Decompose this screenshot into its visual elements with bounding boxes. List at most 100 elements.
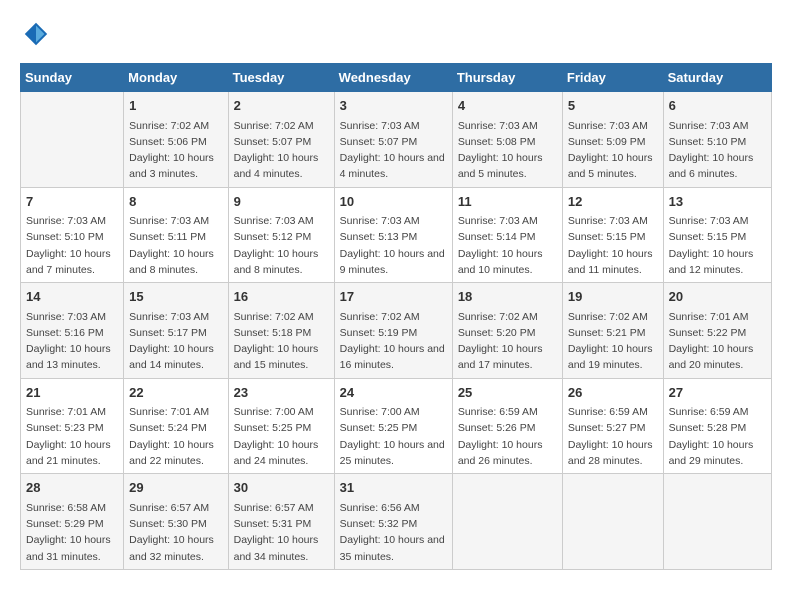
day-number: 6	[669, 96, 766, 116]
cell-content: Sunrise: 7:00 AMSunset: 5:25 PMDaylight:…	[234, 404, 329, 469]
day-number: 2	[234, 96, 329, 116]
day-number: 21	[26, 383, 118, 403]
calendar-cell: 15Sunrise: 7:03 AMSunset: 5:17 PMDayligh…	[124, 283, 228, 379]
cell-content: Sunrise: 7:03 AMSunset: 5:07 PMDaylight:…	[340, 118, 447, 183]
week-row-1: 1Sunrise: 7:02 AMSunset: 5:06 PMDaylight…	[21, 92, 772, 188]
cell-content: Sunrise: 7:00 AMSunset: 5:25 PMDaylight:…	[340, 404, 447, 469]
cell-content: Sunrise: 7:01 AMSunset: 5:22 PMDaylight:…	[669, 309, 766, 374]
calendar-cell: 29Sunrise: 6:57 AMSunset: 5:30 PMDayligh…	[124, 474, 228, 570]
cell-content: Sunrise: 7:03 AMSunset: 5:13 PMDaylight:…	[340, 213, 447, 278]
day-number: 8	[129, 192, 222, 212]
calendar-cell: 27Sunrise: 6:59 AMSunset: 5:28 PMDayligh…	[663, 378, 771, 474]
calendar-cell: 13Sunrise: 7:03 AMSunset: 5:15 PMDayligh…	[663, 187, 771, 283]
week-row-2: 7Sunrise: 7:03 AMSunset: 5:10 PMDaylight…	[21, 187, 772, 283]
week-row-5: 28Sunrise: 6:58 AMSunset: 5:29 PMDayligh…	[21, 474, 772, 570]
cell-content: Sunrise: 6:59 AMSunset: 5:26 PMDaylight:…	[458, 404, 557, 469]
day-number: 18	[458, 287, 557, 307]
day-number: 12	[568, 192, 658, 212]
cell-content: Sunrise: 6:56 AMSunset: 5:32 PMDaylight:…	[340, 500, 447, 565]
cell-content: Sunrise: 7:01 AMSunset: 5:24 PMDaylight:…	[129, 404, 222, 469]
day-number: 23	[234, 383, 329, 403]
calendar-cell	[663, 474, 771, 570]
calendar-cell: 28Sunrise: 6:58 AMSunset: 5:29 PMDayligh…	[21, 474, 124, 570]
day-number: 17	[340, 287, 447, 307]
calendar-cell: 21Sunrise: 7:01 AMSunset: 5:23 PMDayligh…	[21, 378, 124, 474]
calendar-cell: 18Sunrise: 7:02 AMSunset: 5:20 PMDayligh…	[452, 283, 562, 379]
day-number: 22	[129, 383, 222, 403]
day-number: 11	[458, 192, 557, 212]
day-number: 25	[458, 383, 557, 403]
cell-content: Sunrise: 7:02 AMSunset: 5:19 PMDaylight:…	[340, 309, 447, 374]
cell-content: Sunrise: 6:57 AMSunset: 5:31 PMDaylight:…	[234, 500, 329, 565]
day-number: 15	[129, 287, 222, 307]
calendar-cell: 30Sunrise: 6:57 AMSunset: 5:31 PMDayligh…	[228, 474, 334, 570]
cell-content: Sunrise: 7:03 AMSunset: 5:08 PMDaylight:…	[458, 118, 557, 183]
cell-content: Sunrise: 7:03 AMSunset: 5:09 PMDaylight:…	[568, 118, 658, 183]
day-number: 31	[340, 478, 447, 498]
day-number: 14	[26, 287, 118, 307]
header-sunday: Sunday	[21, 64, 124, 92]
cell-content: Sunrise: 7:03 AMSunset: 5:15 PMDaylight:…	[669, 213, 766, 278]
cell-content: Sunrise: 6:59 AMSunset: 5:28 PMDaylight:…	[669, 404, 766, 469]
logo	[20, 20, 50, 53]
calendar-cell: 7Sunrise: 7:03 AMSunset: 5:10 PMDaylight…	[21, 187, 124, 283]
calendar-cell: 9Sunrise: 7:03 AMSunset: 5:12 PMDaylight…	[228, 187, 334, 283]
cell-content: Sunrise: 6:58 AMSunset: 5:29 PMDaylight:…	[26, 500, 118, 565]
day-number: 1	[129, 96, 222, 116]
header-thursday: Thursday	[452, 64, 562, 92]
day-number: 7	[26, 192, 118, 212]
day-number: 9	[234, 192, 329, 212]
day-number: 28	[26, 478, 118, 498]
calendar-cell: 2Sunrise: 7:02 AMSunset: 5:07 PMDaylight…	[228, 92, 334, 188]
calendar-cell: 26Sunrise: 6:59 AMSunset: 5:27 PMDayligh…	[562, 378, 663, 474]
cell-content: Sunrise: 7:02 AMSunset: 5:20 PMDaylight:…	[458, 309, 557, 374]
calendar-cell: 25Sunrise: 6:59 AMSunset: 5:26 PMDayligh…	[452, 378, 562, 474]
cell-content: Sunrise: 7:02 AMSunset: 5:07 PMDaylight:…	[234, 118, 329, 183]
cell-content: Sunrise: 7:03 AMSunset: 5:15 PMDaylight:…	[568, 213, 658, 278]
calendar-cell: 23Sunrise: 7:00 AMSunset: 5:25 PMDayligh…	[228, 378, 334, 474]
day-number: 5	[568, 96, 658, 116]
calendar-cell: 31Sunrise: 6:56 AMSunset: 5:32 PMDayligh…	[334, 474, 452, 570]
cell-content: Sunrise: 7:02 AMSunset: 5:21 PMDaylight:…	[568, 309, 658, 374]
calendar-cell: 6Sunrise: 7:03 AMSunset: 5:10 PMDaylight…	[663, 92, 771, 188]
day-number: 24	[340, 383, 447, 403]
calendar-cell: 20Sunrise: 7:01 AMSunset: 5:22 PMDayligh…	[663, 283, 771, 379]
calendar-cell	[21, 92, 124, 188]
calendar-cell: 10Sunrise: 7:03 AMSunset: 5:13 PMDayligh…	[334, 187, 452, 283]
cell-content: Sunrise: 7:03 AMSunset: 5:11 PMDaylight:…	[129, 213, 222, 278]
page-header	[20, 20, 772, 53]
day-number: 10	[340, 192, 447, 212]
cell-content: Sunrise: 6:59 AMSunset: 5:27 PMDaylight:…	[568, 404, 658, 469]
calendar-cell: 4Sunrise: 7:03 AMSunset: 5:08 PMDaylight…	[452, 92, 562, 188]
day-number: 19	[568, 287, 658, 307]
day-number: 29	[129, 478, 222, 498]
calendar-cell: 17Sunrise: 7:02 AMSunset: 5:19 PMDayligh…	[334, 283, 452, 379]
cell-content: Sunrise: 7:03 AMSunset: 5:10 PMDaylight:…	[26, 213, 118, 278]
calendar-cell: 12Sunrise: 7:03 AMSunset: 5:15 PMDayligh…	[562, 187, 663, 283]
day-number: 4	[458, 96, 557, 116]
cell-content: Sunrise: 7:02 AMSunset: 5:06 PMDaylight:…	[129, 118, 222, 183]
cell-content: Sunrise: 7:02 AMSunset: 5:18 PMDaylight:…	[234, 309, 329, 374]
cell-content: Sunrise: 7:03 AMSunset: 5:10 PMDaylight:…	[669, 118, 766, 183]
logo-icon	[20, 20, 50, 53]
calendar-cell	[562, 474, 663, 570]
calendar-cell: 16Sunrise: 7:02 AMSunset: 5:18 PMDayligh…	[228, 283, 334, 379]
day-number: 20	[669, 287, 766, 307]
cell-content: Sunrise: 7:03 AMSunset: 5:17 PMDaylight:…	[129, 309, 222, 374]
day-number: 30	[234, 478, 329, 498]
calendar-cell: 5Sunrise: 7:03 AMSunset: 5:09 PMDaylight…	[562, 92, 663, 188]
cell-content: Sunrise: 6:57 AMSunset: 5:30 PMDaylight:…	[129, 500, 222, 565]
day-number: 3	[340, 96, 447, 116]
calendar-cell: 14Sunrise: 7:03 AMSunset: 5:16 PMDayligh…	[21, 283, 124, 379]
header-wednesday: Wednesday	[334, 64, 452, 92]
day-number: 13	[669, 192, 766, 212]
cell-content: Sunrise: 7:03 AMSunset: 5:16 PMDaylight:…	[26, 309, 118, 374]
day-number: 26	[568, 383, 658, 403]
header-row: SundayMondayTuesdayWednesdayThursdayFrid…	[21, 64, 772, 92]
header-tuesday: Tuesday	[228, 64, 334, 92]
cell-content: Sunrise: 7:01 AMSunset: 5:23 PMDaylight:…	[26, 404, 118, 469]
calendar-cell: 8Sunrise: 7:03 AMSunset: 5:11 PMDaylight…	[124, 187, 228, 283]
header-monday: Monday	[124, 64, 228, 92]
calendar-cell: 1Sunrise: 7:02 AMSunset: 5:06 PMDaylight…	[124, 92, 228, 188]
week-row-4: 21Sunrise: 7:01 AMSunset: 5:23 PMDayligh…	[21, 378, 772, 474]
